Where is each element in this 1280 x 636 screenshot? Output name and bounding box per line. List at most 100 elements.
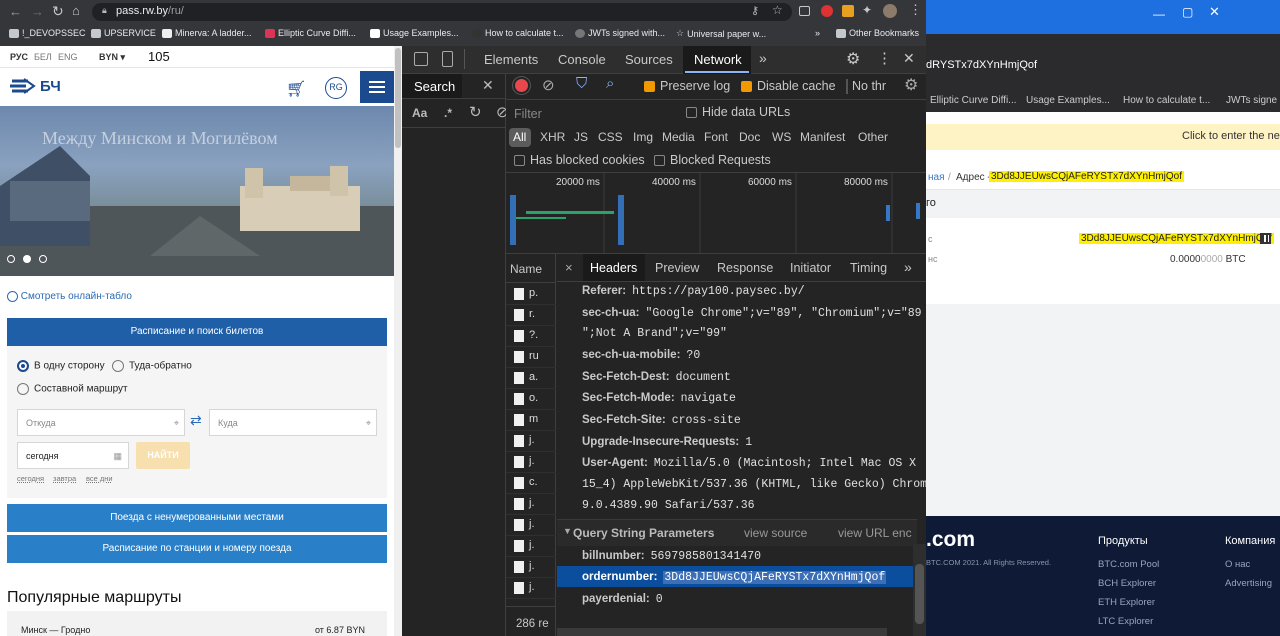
filter-type-doc[interactable]: Doc (739, 130, 760, 144)
request-row[interactable]: m (506, 410, 556, 431)
footer-link[interactable]: LTC Explorer (1098, 616, 1153, 627)
disable-cache-checkbox[interactable]: Disable cache (741, 79, 836, 93)
filter-type-xhr[interactable]: XHR (540, 130, 565, 144)
filter-type-ws[interactable]: WS (772, 130, 791, 144)
close-devtools-icon[interactable]: ✕ (903, 50, 915, 67)
more-tabs-icon[interactable]: » (759, 50, 767, 66)
bg-bookmark[interactable]: Elliptic Curve Diffi... (930, 95, 1017, 106)
request-row[interactable]: p. (506, 284, 556, 305)
inspect-element-icon[interactable] (414, 52, 428, 66)
request-row[interactable]: ru (506, 347, 556, 368)
throttle-select[interactable]: No thr (852, 79, 886, 93)
request-row[interactable]: j. (506, 536, 556, 557)
extension-orange-icon[interactable] (842, 5, 854, 17)
close-window-icon[interactable]: ✕ (1209, 4, 1220, 20)
lang-be[interactable]: БЕЛ (34, 52, 52, 62)
preserve-log-checkbox[interactable]: Preserve log (644, 79, 730, 93)
request-row[interactable]: a. (506, 368, 556, 389)
filter-type-font[interactable]: Font (704, 130, 728, 144)
clear-log-icon[interactable]: ⊘ (542, 76, 555, 94)
footer-link[interactable]: Advertising (1225, 578, 1272, 589)
bg-bookmark[interactable]: Usage Examples... (1026, 95, 1110, 106)
name-column-header[interactable]: Name (510, 262, 542, 276)
network-settings-gear-icon[interactable]: ⚙ (904, 75, 918, 95)
puzzle-icon[interactable]: ✦ (862, 3, 872, 17)
back-icon[interactable]: ← (9, 4, 22, 19)
footer-link[interactable]: BTC.com Pool (1098, 559, 1159, 570)
filter-type-all[interactable]: All (513, 130, 526, 144)
filter-type-css[interactable]: CSS (598, 130, 623, 144)
lang-ru[interactable]: РУС (10, 52, 28, 62)
device-toolbar-icon[interactable] (442, 51, 453, 67)
date-shortcut-today[interactable]: сегодня (17, 474, 44, 483)
hide-data-urls-checkbox[interactable]: Hide data URLs (686, 105, 790, 119)
bg-bookmark[interactable]: How to calculate t... (1123, 95, 1210, 106)
tab-elements[interactable]: Elements (484, 52, 538, 67)
request-row[interactable]: j. (506, 452, 556, 473)
key-icon[interactable]: ⚷ (751, 4, 759, 17)
station-schedule-button[interactable]: Расписание по станции и номеру поезда (7, 535, 387, 563)
settings-gear-icon[interactable]: ⚙ (846, 49, 860, 69)
to-input[interactable]: Куда ⌖ (209, 409, 377, 436)
online-board-link[interactable]: Смотреть онлайн-табло (7, 291, 132, 302)
page-scrollbar[interactable] (394, 46, 402, 636)
query-string-section-header[interactable]: ▼ Query String Parameters view source vi… (557, 520, 917, 546)
refresh-search-icon[interactable]: ↻ (469, 103, 482, 121)
tab-console[interactable]: Console (558, 52, 606, 67)
filter-type-manifest[interactable]: Manifest (800, 130, 845, 144)
details-tab-headers[interactable]: Headers (590, 261, 637, 275)
find-button[interactable]: НАЙТИ (136, 442, 190, 469)
lang-en[interactable]: ENG (58, 52, 78, 62)
footer-link[interactable]: ETH Explorer (1098, 597, 1155, 608)
reload-icon[interactable]: ↻ (52, 3, 64, 20)
schedule-search-header[interactable]: Расписание и поиск билетов (7, 318, 387, 346)
filter-type-other[interactable]: Other (858, 130, 888, 144)
has-blocked-cookies-checkbox[interactable]: Has blocked cookies (514, 153, 645, 167)
filter-type-img[interactable]: Img (633, 130, 653, 144)
request-row[interactable]: r. (506, 305, 556, 326)
radio-one-way[interactable]: В одну сторону (17, 360, 105, 372)
address-bar[interactable]: 🔒︎ pass.rw.by/ru/ ⚷ ☆ (92, 3, 792, 21)
logo-text[interactable]: БЧ (40, 78, 61, 95)
bg-bookmark[interactable]: JWTs signe (1226, 95, 1277, 106)
details-tab-preview[interactable]: Preview (655, 261, 699, 275)
request-row[interactable]: j. (506, 515, 556, 536)
footer-link[interactable]: BCH Explorer (1098, 578, 1156, 589)
date-shortcut-tomorrow[interactable]: завтра (53, 474, 76, 483)
extension-grid-icon[interactable] (799, 6, 810, 16)
carousel-dot[interactable] (7, 255, 15, 263)
qr-code-icon[interactable] (1260, 233, 1271, 244)
close-search-icon[interactable]: ✕ (482, 77, 494, 94)
tab-network[interactable]: Network (694, 52, 742, 67)
details-tab-response[interactable]: Response (717, 261, 773, 275)
extension-red-icon[interactable] (821, 5, 833, 17)
bookmark-folder[interactable]: UPSERVICE (91, 28, 156, 38)
footer-link[interactable]: О нас (1225, 559, 1250, 570)
search-icon[interactable]: ⌕ (606, 75, 614, 92)
request-row[interactable]: ?. (506, 326, 556, 347)
notice-banner[interactable]: Click to enter the ne (926, 124, 1280, 150)
unnumbered-trains-button[interactable]: Поезда с ненумерованными местами (7, 504, 387, 532)
popular-route-row[interactable]: Минск — Гродно от 6.87 BYN (7, 611, 387, 636)
details-tab-timing[interactable]: Timing (850, 261, 887, 275)
other-bookmarks[interactable]: Other Bookmarks (836, 28, 919, 38)
carousel-dot-active[interactable] (23, 255, 31, 263)
bookmark-link[interactable]: JWTs signed with... (575, 28, 665, 38)
close-details-icon[interactable]: × (565, 260, 573, 275)
home-icon[interactable]: ⌂ (72, 3, 80, 18)
filter-type-js[interactable]: JS (574, 130, 588, 144)
search-tab[interactable]: Search (414, 79, 455, 94)
more-detail-tabs-icon[interactable]: » (904, 259, 912, 275)
date-input[interactable]: сегодня ▦ (17, 442, 129, 469)
bookmark-link[interactable]: ☆ Universal paper w... (676, 28, 766, 39)
details-scrollbar[interactable] (913, 544, 926, 636)
request-row[interactable]: j. (506, 494, 556, 515)
bookmark-link[interactable]: Elliptic Curve Diffi... (265, 28, 356, 38)
network-overview-timeline[interactable]: 20000 ms 40000 ms 60000 ms 80000 ms (506, 173, 926, 253)
match-case-toggle[interactable]: Aa (412, 106, 427, 120)
swap-icon[interactable]: ⇄ (190, 412, 202, 429)
carousel-dot[interactable] (39, 255, 47, 263)
filter-icon[interactable]: ⛉ (576, 75, 587, 92)
blocked-requests-checkbox[interactable]: Blocked Requests (654, 153, 771, 167)
currency-select[interactable]: BYN ▾ (99, 52, 125, 63)
